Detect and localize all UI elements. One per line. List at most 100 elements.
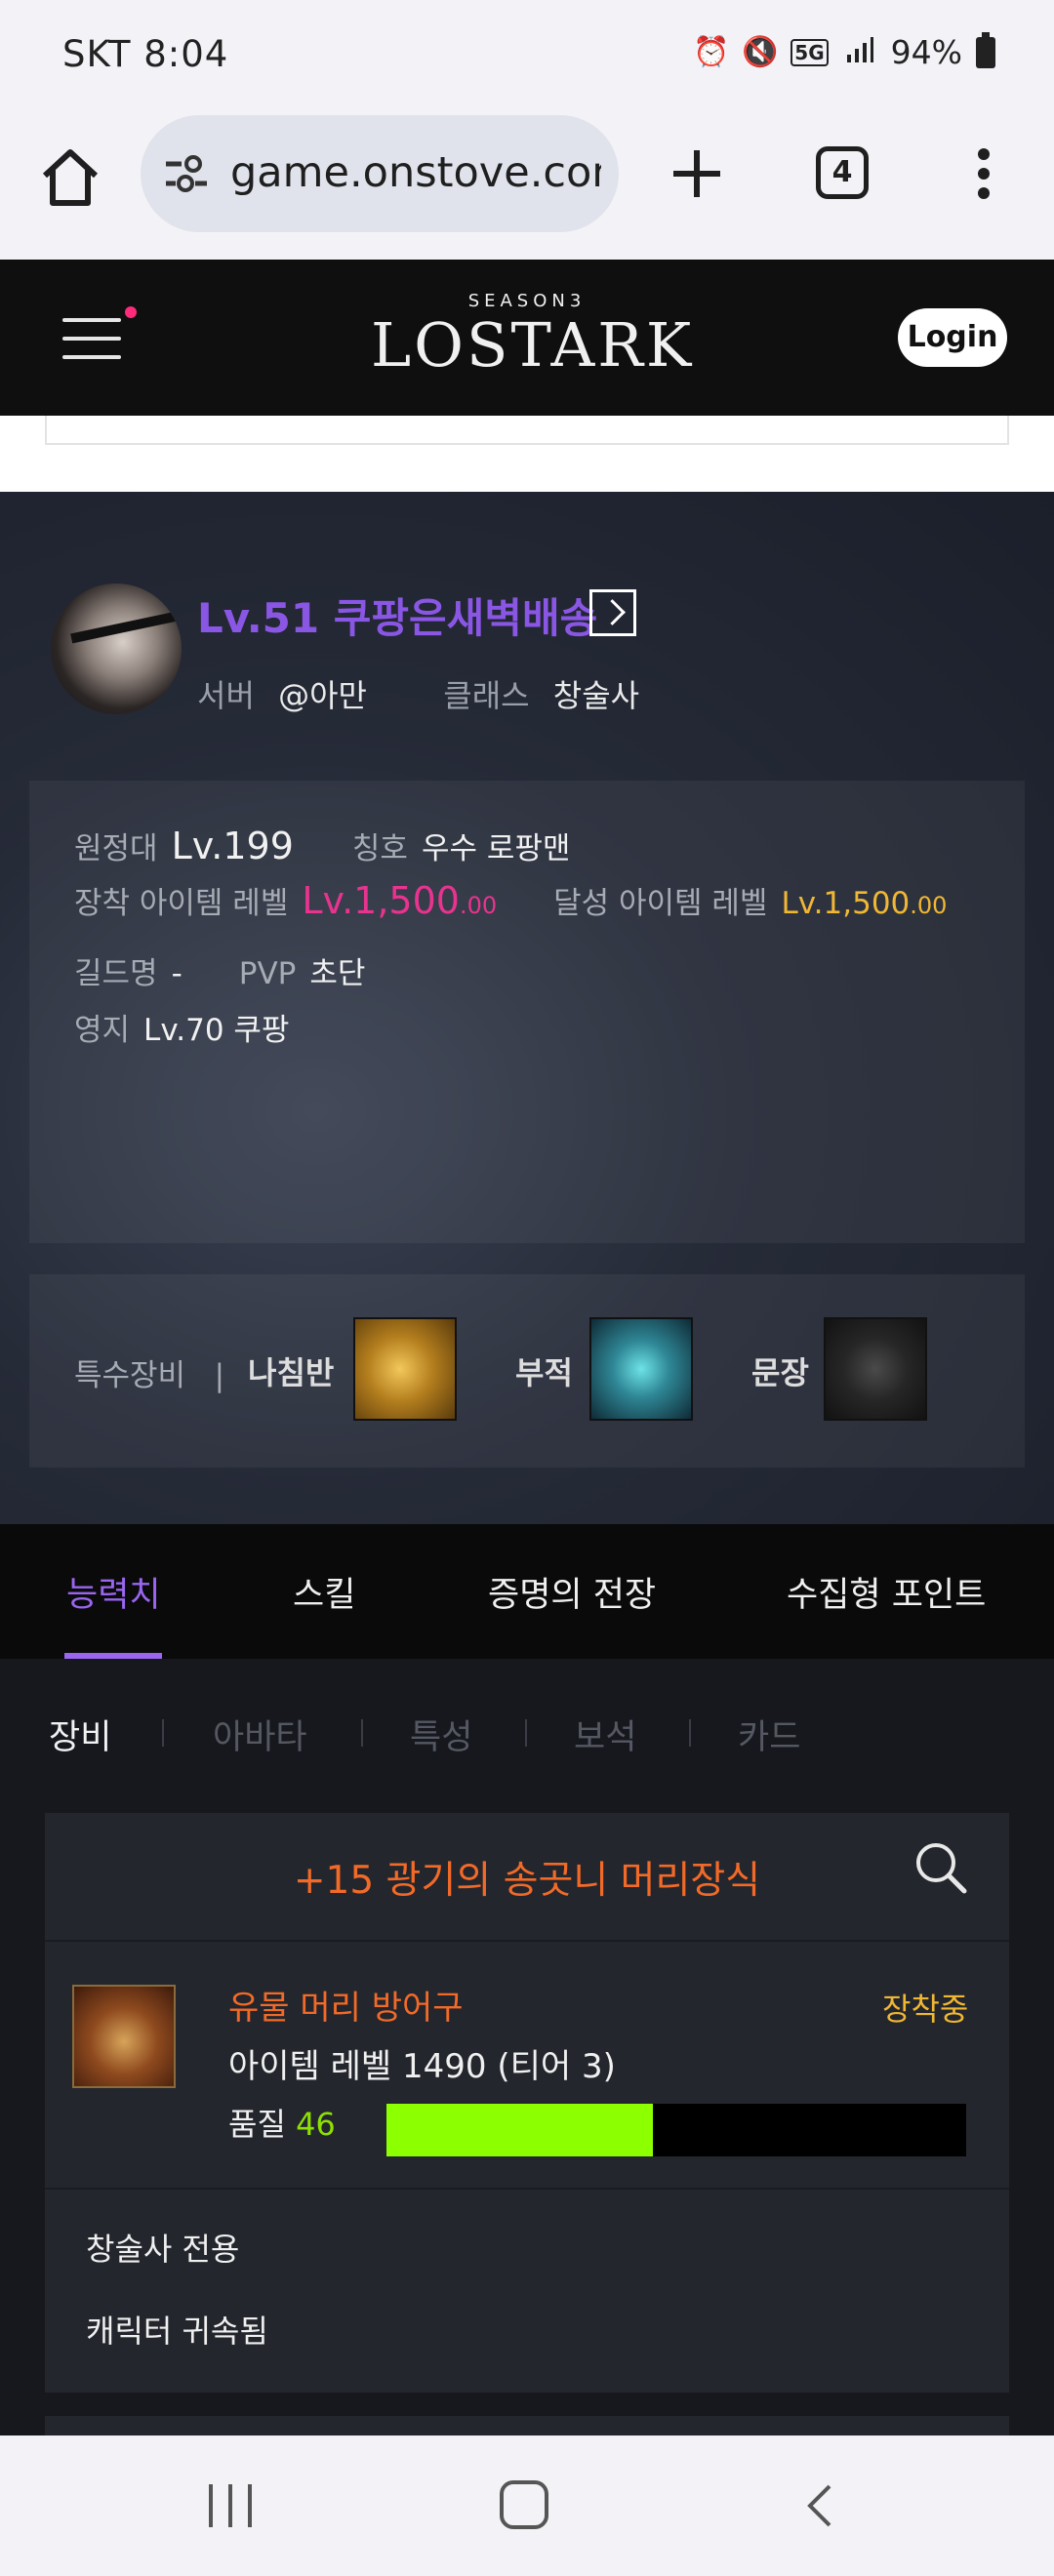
site-settings-icon[interactable]: [162, 152, 209, 195]
compass-icon[interactable]: [353, 1317, 457, 1421]
divider: [689, 1719, 691, 1747]
subtab-equipment[interactable]: 장비: [49, 1710, 111, 1759]
search-box-fragment: [45, 416, 1009, 445]
tab-proving-grounds[interactable]: 증명의 전장: [488, 1567, 656, 1617]
helmet-icon: [72, 1985, 176, 2088]
expedition-label: 원정대: [74, 831, 158, 866]
battery-percent: 94%: [890, 33, 962, 71]
battery-icon: [976, 31, 995, 68]
divider: [45, 2188, 1009, 2190]
divider: [525, 1719, 527, 1747]
sub-tabs: 장비 아바타 특성 보석 카드: [0, 1659, 1054, 1811]
expedition-value: Lv.199: [171, 825, 294, 867]
item-level: 아이템 레벨 1490 (티어 3): [228, 2047, 616, 2086]
tab-stats[interactable]: 능력치: [66, 1567, 161, 1617]
back-icon[interactable]: [800, 2482, 839, 2529]
info-row-estate: 영지 Lv.70 쿠팡: [74, 1005, 289, 1049]
equip-level-label: 장착 아이템 레벨: [74, 886, 289, 921]
character-meta: 서버 @아만 클래스 창술사: [197, 671, 639, 716]
kebab-icon: [978, 148, 990, 199]
item-detail-card: +15 광기의 송곳니 머리장식 유물 머리 방어구 장착중 아이템 레벨 14…: [45, 1813, 1009, 2393]
alarm-icon: ⏰: [693, 34, 730, 69]
character-avatar: [51, 584, 182, 714]
subtab-engravings[interactable]: 특성: [410, 1710, 472, 1759]
new-tab-button[interactable]: [666, 142, 728, 205]
lostark-logo[interactable]: SEASON3 LOSTARK: [371, 289, 695, 386]
next-card-edge: [45, 2416, 1009, 2435]
android-nav-bar: [0, 2435, 1054, 2576]
crest-icon[interactable]: [824, 1317, 927, 1421]
item-title: +15 광기의 송곳니 머리장식: [293, 1859, 761, 1903]
equip-level-decimal: .00: [459, 892, 498, 919]
charm-icon[interactable]: [589, 1317, 693, 1421]
home-icon: [42, 149, 99, 206]
special-equipment-box: 특수장비 | 나침반 부적 문장: [29, 1274, 1025, 1468]
hamburger-menu-icon[interactable]: [62, 318, 121, 359]
pvp-value: 초단: [309, 956, 366, 991]
pvp-label: PVP: [238, 956, 297, 991]
achieved-level-value: Lv.1,500: [781, 886, 911, 921]
browser-toolbar: game.onstove.com 4: [0, 115, 1054, 260]
site-header: SEASON3 LOSTARK Login: [0, 260, 1054, 416]
home-nav-icon[interactable]: [500, 2480, 548, 2529]
external-link-icon[interactable]: [589, 589, 636, 636]
tab-skills[interactable]: 스킬: [293, 1567, 355, 1617]
signal-icon: [842, 35, 877, 70]
achieved-level-label: 달성 아이템 레벨: [553, 886, 768, 921]
info-row-guild: 길드명 - PVP 초단: [74, 948, 365, 992]
network-badge: 5G: [790, 38, 829, 66]
item-type: 유물 머리 방어구: [228, 1989, 464, 2028]
title-label: 칭호: [351, 831, 408, 866]
divider: [361, 1719, 363, 1747]
main-tabs: 능력치 스킬 증명의 전장 수집형 포인트: [0, 1524, 1054, 1659]
search-icon[interactable]: [912, 1838, 970, 1897]
recent-apps-icon[interactable]: [207, 2484, 254, 2527]
guild-value: -: [171, 956, 182, 991]
class-value: 창술사: [552, 677, 640, 714]
character-name: Lv.51 쿠팡은새벽배송: [197, 594, 598, 642]
divider: [45, 1940, 1009, 1942]
crest-label: 문장: [751, 1354, 809, 1391]
carrier-time: SKT 8:04: [62, 33, 229, 75]
plus-icon: [673, 150, 720, 197]
status-bar: SKT 8:04 ⏰ 🔇 5G 94%: [0, 0, 1054, 115]
class-restriction: 창술사 전용: [86, 2231, 240, 2268]
address-bar[interactable]: game.onstove.com: [141, 115, 619, 232]
quality-bar: [386, 2104, 966, 2156]
mute-icon: 🔇: [742, 34, 779, 69]
status-icons: ⏰ 🔇 5G 94%: [693, 31, 995, 71]
server-value: @아만: [278, 677, 367, 714]
quality-value: 46: [296, 2106, 336, 2143]
class-label: 클래스: [443, 677, 530, 714]
achieved-level-decimal: .00: [910, 892, 948, 919]
home-button[interactable]: [35, 142, 105, 213]
subtab-gems[interactable]: 보석: [574, 1710, 636, 1759]
tab-switcher-button[interactable]: 4: [816, 146, 869, 199]
character-info-box: 원정대 Lv.199 칭호 우수 로팡맨 장착 아이템 레벨 Lv.1,500.…: [29, 781, 1025, 1243]
logo-season: SEASON3: [467, 291, 587, 311]
equip-level-value: Lv.1,500: [302, 879, 460, 922]
notification-dot: [125, 306, 137, 318]
guild-label: 길드명: [74, 956, 158, 991]
quality-bar-fill: [386, 2104, 654, 2156]
binding-status: 캐릭터 귀속됨: [86, 2313, 268, 2350]
quality-label: 품질 46: [228, 2106, 336, 2143]
more-menu-button[interactable]: [964, 142, 1003, 205]
compass-label: 나침반: [248, 1354, 335, 1391]
server-label: 서버: [197, 677, 255, 714]
info-row-expedition: 원정대 Lv.199 칭호 우수 로팡맨: [74, 824, 570, 867]
url-text[interactable]: game.onstove.com: [230, 148, 601, 197]
charm-label: 부적: [515, 1354, 573, 1391]
character-profile: Lv.51 쿠팡은새벽배송 서버 @아만 클래스 창술사 원정대 Lv.199 …: [0, 492, 1054, 1524]
search-strip: [0, 416, 1054, 492]
info-row-item-level: 장착 아이템 레벨 Lv.1,500.00 달성 아이템 레벨 Lv.1,500…: [74, 878, 947, 922]
subtab-cards[interactable]: 카드: [738, 1710, 800, 1759]
logo-name: LOSTARK: [371, 309, 695, 381]
special-equipment-label: 특수장비 |: [74, 1358, 225, 1393]
estate-label: 영지: [74, 1013, 131, 1048]
title-value: 우수 로팡맨: [421, 831, 571, 866]
tab-collectibles[interactable]: 수집형 포인트: [787, 1567, 986, 1617]
divider: [162, 1719, 164, 1747]
subtab-avatar[interactable]: 아바타: [213, 1710, 307, 1759]
login-button[interactable]: Login: [898, 308, 1007, 367]
